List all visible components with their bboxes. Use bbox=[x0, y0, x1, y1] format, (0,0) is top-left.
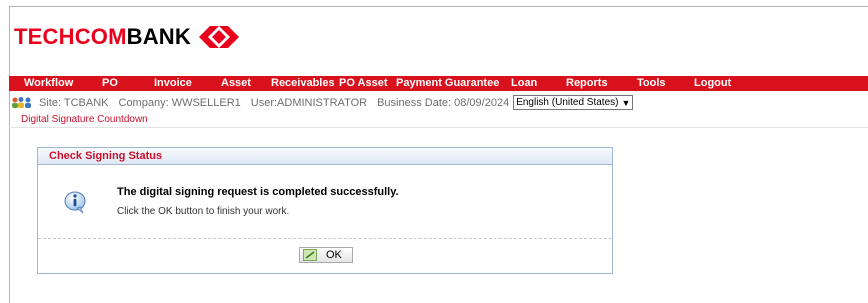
language-select[interactable]: English (United States) ▼ bbox=[513, 95, 634, 110]
ok-button-label: OK bbox=[326, 249, 342, 261]
success-message: The digital signing request is completed… bbox=[117, 186, 399, 198]
menu-po[interactable]: PO bbox=[102, 77, 118, 89]
techcombank-logo-icon bbox=[198, 26, 239, 48]
menu-workflow[interactable]: Workflow bbox=[24, 77, 73, 89]
business-date-label: Business Date: 08/09/2024 bbox=[377, 96, 510, 109]
sub-navigation: Digital Signature Countdown bbox=[9, 112, 868, 128]
language-value: English (United States) bbox=[516, 97, 619, 108]
brand-name: TECHCOMBANK bbox=[14, 24, 191, 49]
main-menu-bar: Workflow PO Invoice Asset Receivables PO… bbox=[9, 76, 868, 91]
session-info-bar: Site: TCBANK Company: WWSELLER1 User:ADM… bbox=[9, 94, 868, 111]
panel-header: Check Signing Status bbox=[38, 148, 612, 165]
menu-reports[interactable]: Reports bbox=[566, 77, 608, 89]
company-label: Company: WWSELLER1 bbox=[118, 96, 241, 109]
panel-title: Check Signing Status bbox=[49, 150, 163, 162]
instruction-text: Click the OK button to finish your work. bbox=[117, 206, 290, 217]
user-label: User:ADMINISTRATOR bbox=[250, 96, 368, 109]
pen-icon bbox=[303, 249, 317, 261]
digital-signature-countdown-link[interactable]: Digital Signature Countdown bbox=[21, 114, 148, 125]
menu-invoice[interactable]: Invoice bbox=[154, 77, 192, 89]
menu-logout[interactable]: Logout bbox=[694, 77, 731, 89]
divider bbox=[38, 238, 612, 239]
check-signing-status-panel: Check Signing Status The digital signing… bbox=[37, 147, 613, 274]
ok-button[interactable]: OK bbox=[299, 247, 353, 263]
menu-asset[interactable]: Asset bbox=[221, 77, 251, 89]
site-label: Site: TCBANK bbox=[39, 96, 109, 109]
menu-loan[interactable]: Loan bbox=[511, 77, 537, 89]
chevron-down-icon: ▼ bbox=[621, 97, 631, 108]
users-icon[interactable] bbox=[11, 96, 33, 109]
menu-payment-guarantee[interactable]: Payment Guarantee bbox=[396, 77, 499, 89]
info-icon bbox=[64, 191, 86, 214]
menu-tools[interactable]: Tools bbox=[637, 77, 666, 89]
user-icons bbox=[11, 96, 33, 109]
brand-logo: TECHCOMBANK bbox=[14, 22, 239, 52]
menu-receivables[interactable]: Receivables bbox=[271, 77, 335, 89]
menu-po-asset[interactable]: PO Asset bbox=[339, 77, 388, 89]
